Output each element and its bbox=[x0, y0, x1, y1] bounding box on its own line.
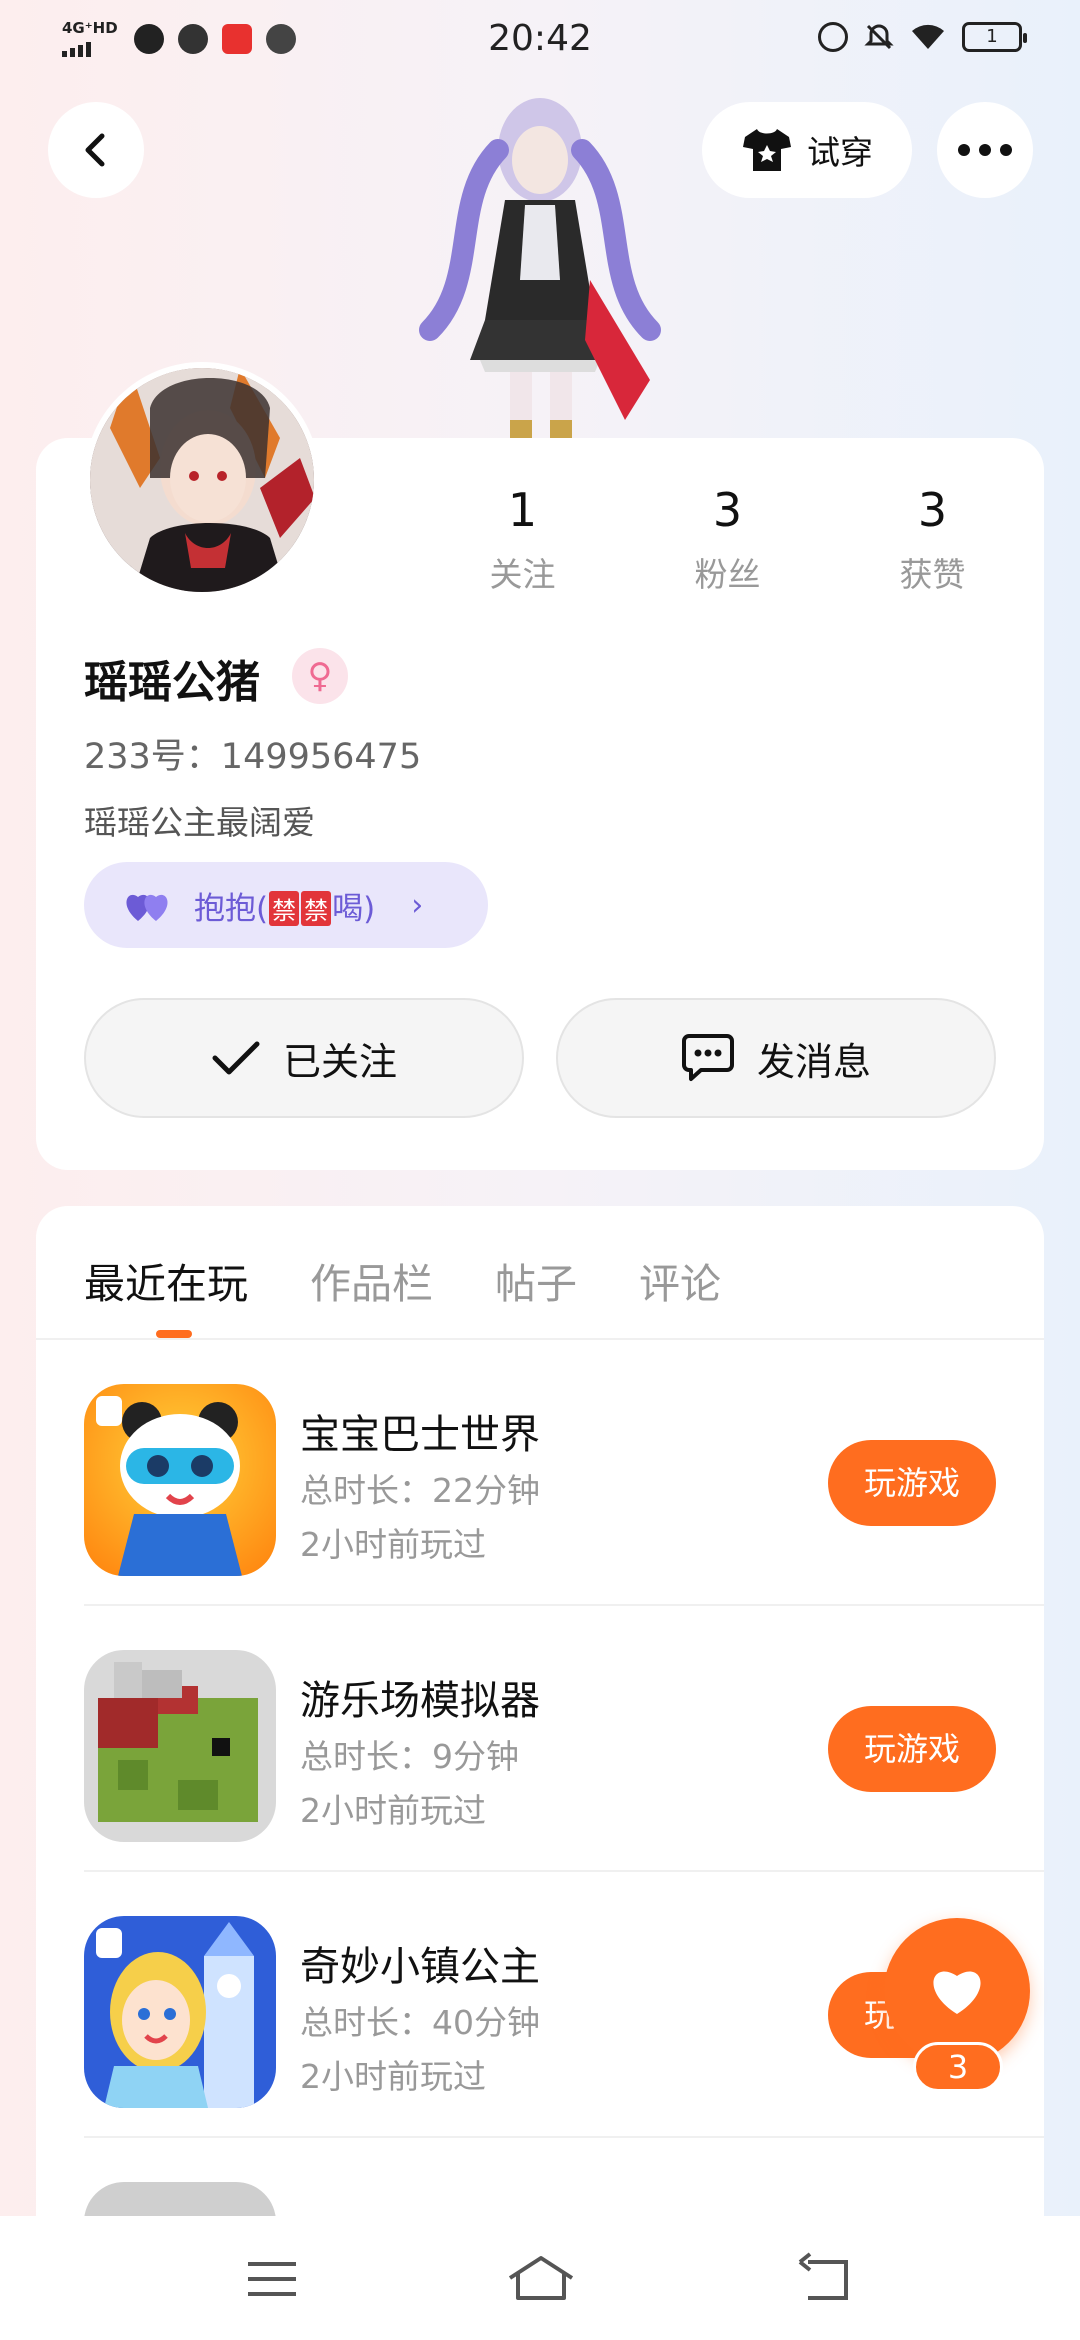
game-duration: 总时长：9分钟 bbox=[300, 1737, 519, 1776]
menu-icon[interactable] bbox=[242, 2252, 302, 2306]
game-last-played: 2小时前玩过 bbox=[300, 1791, 486, 1830]
user-id: 233号：149956475 bbox=[84, 737, 422, 777]
game-duration: 总时长：40分钟 bbox=[300, 2003, 540, 2042]
stat-following[interactable]: 1 关注 bbox=[420, 480, 625, 596]
alarm-icon bbox=[818, 22, 848, 52]
home-icon[interactable] bbox=[506, 2252, 576, 2306]
profile-tabs: 最近在玩 作品栏 帖子 评论 bbox=[84, 1250, 721, 1338]
list-item[interactable]: 游乐场模拟器 总时长：9分钟 2小时前玩过 玩游戏 bbox=[84, 1606, 1044, 1872]
play-game-button[interactable]: 玩游戏 bbox=[828, 1706, 996, 1792]
check-icon bbox=[212, 1041, 260, 1075]
stat-label: 关注 bbox=[489, 555, 556, 594]
back-icon bbox=[85, 133, 105, 167]
game-icon-baby-bus bbox=[84, 1384, 276, 1576]
games-card: 最近在玩 作品栏 帖子 评论 宝宝巴士世界 总时长：22分钟 2小时前玩过 玩游… bbox=[36, 1206, 1044, 2216]
stat-label: 粉丝 bbox=[694, 555, 761, 594]
tshirt-icon bbox=[743, 129, 791, 171]
hug-tag-prefix: 抱抱( bbox=[194, 890, 269, 927]
hug-tag[interactable]: 抱抱(禁禁喝) › bbox=[84, 862, 488, 948]
hug-tag-suffix: 喝) bbox=[332, 890, 376, 927]
chat-icon bbox=[681, 1034, 734, 1081]
tab-works[interactable]: 作品栏 bbox=[310, 1250, 433, 1310]
status-right: 1 bbox=[818, 22, 1027, 52]
game-icon-playground bbox=[84, 1650, 276, 1842]
female-gender-icon: ♀ bbox=[292, 648, 348, 704]
stat-value: 1 bbox=[507, 483, 538, 537]
send-message-label: 发消息 bbox=[756, 1039, 871, 1084]
tab-posts[interactable]: 帖子 bbox=[495, 1250, 577, 1310]
return-icon[interactable] bbox=[796, 2252, 856, 2306]
wifi-icon bbox=[912, 24, 944, 49]
game-icon-partial bbox=[84, 2182, 276, 2216]
mute-icon bbox=[864, 24, 894, 50]
melon-icon bbox=[84, 1650, 276, 1842]
game-name: 奇妙小镇公主 bbox=[300, 1944, 540, 1990]
chevron-right-icon: › bbox=[411, 887, 424, 923]
panda-icon bbox=[84, 1384, 276, 1576]
try-on-button[interactable]: 试穿 bbox=[702, 102, 912, 198]
battery-indicator: 1 bbox=[962, 22, 1027, 52]
avatar[interactable] bbox=[84, 362, 320, 598]
back-button[interactable] bbox=[48, 102, 144, 198]
play-game-button[interactable]: 玩游戏 bbox=[828, 1440, 996, 1526]
stat-label: 获赞 bbox=[899, 555, 966, 594]
more-icon bbox=[958, 144, 1012, 156]
game-last-played: 2小时前玩过 bbox=[300, 2057, 486, 2096]
tab-recently-played[interactable]: 最近在玩 bbox=[84, 1250, 248, 1338]
system-nav-bar bbox=[0, 2216, 1080, 2340]
game-icon-princess-town bbox=[84, 1916, 276, 2108]
princess-icon bbox=[84, 1916, 276, 2108]
game-last-played: 2小时前玩过 bbox=[300, 1525, 486, 1564]
hug-stamp-2: 禁 bbox=[301, 890, 332, 926]
status-bar: 4G⁺HD 20:42 1 bbox=[0, 0, 1080, 84]
stat-value: 3 bbox=[917, 483, 948, 537]
stat-value: 3 bbox=[712, 483, 743, 537]
followed-button[interactable]: 已关注 bbox=[84, 998, 524, 1118]
game-name: 游乐场模拟器 bbox=[300, 1678, 540, 1724]
game-name: 宝宝巴士世界 bbox=[300, 1412, 540, 1458]
list-item[interactable] bbox=[84, 2138, 1044, 2216]
user-bio: 瑶瑶公主最阔爱 bbox=[84, 803, 315, 842]
username: 瑶瑶公猪 bbox=[84, 657, 260, 708]
profile-stats: 1 关注 3 粉丝 3 获赞 bbox=[420, 480, 1040, 596]
send-message-button[interactable]: 发消息 bbox=[556, 998, 996, 1118]
followed-label: 已关注 bbox=[282, 1039, 397, 1084]
more-button[interactable] bbox=[937, 102, 1033, 198]
hug-tag-label: 抱抱(禁禁喝) bbox=[194, 883, 375, 928]
heart-icon bbox=[933, 1971, 981, 2014]
tab-comments[interactable]: 评论 bbox=[639, 1250, 721, 1310]
list-item[interactable]: 宝宝巴士世界 总时长：22分钟 2小时前玩过 玩游戏 bbox=[84, 1340, 1044, 1606]
stat-fans[interactable]: 3 粉丝 bbox=[625, 480, 830, 596]
try-on-label: 试穿 bbox=[807, 133, 873, 172]
stat-likes[interactable]: 3 获赞 bbox=[830, 480, 1035, 596]
hug-stamp-1: 禁 bbox=[269, 890, 300, 926]
game-duration: 总时长：22分钟 bbox=[300, 1471, 540, 1510]
like-count-badge: 3 bbox=[913, 2042, 1003, 2092]
avatar-3d-figure bbox=[419, 98, 661, 440]
double-heart-icon bbox=[126, 894, 168, 921]
